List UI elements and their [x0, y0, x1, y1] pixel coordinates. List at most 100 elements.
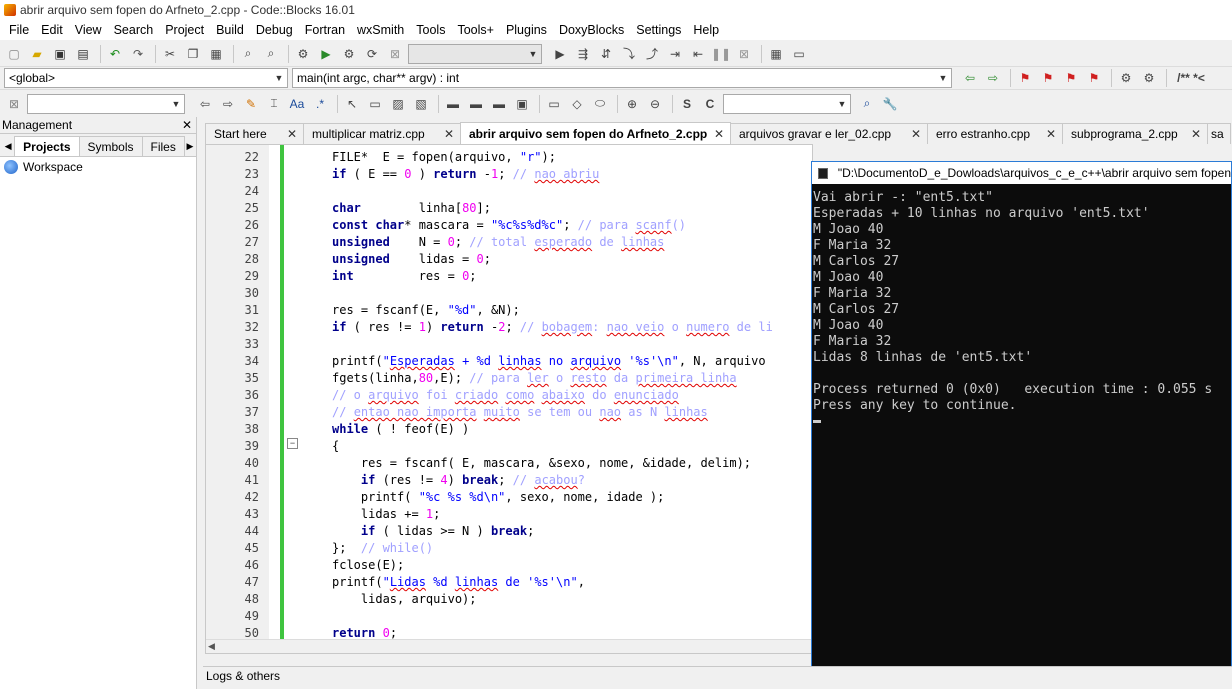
align-fill-icon[interactable]: ▣: [512, 94, 532, 114]
menu-file[interactable]: File: [3, 20, 35, 40]
new-file-icon[interactable]: ▢: [4, 44, 24, 64]
image-icon[interactable]: ▨: [388, 94, 408, 114]
doxy-extract-icon[interactable]: ⚙: [1139, 68, 1159, 88]
code-line[interactable]: 22 FILE* E = fopen(arquivo, "r");: [206, 149, 812, 166]
clear-search-icon[interactable]: ⊠: [4, 94, 24, 114]
stop-debug-icon[interactable]: ⊠: [734, 44, 754, 64]
save-all-icon[interactable]: ▤: [73, 44, 93, 64]
code-line[interactable]: 28 unsigned lidas = 0;: [206, 251, 812, 268]
replace-icon[interactable]: ⌕: [261, 44, 281, 64]
tab-abrir-arquivo[interactable]: abrir arquivo sem fopen do Arfneto_2.cpp…: [460, 122, 731, 144]
code-line[interactable]: 25 char linha[80];: [206, 200, 812, 217]
code-line[interactable]: 41 if (res != 4) break; // acabou?: [206, 472, 812, 489]
step-instruction-icon[interactable]: ⇤: [688, 44, 708, 64]
tab-arquivos-gravar[interactable]: arquivos gravar e ler_02.cpp ✕: [730, 123, 928, 144]
toggle-bookmark-icon[interactable]: ⚑: [1015, 68, 1035, 88]
build-target-select[interactable]: ▼: [408, 43, 542, 64]
text-icon[interactable]: ▧: [411, 94, 431, 114]
code-line[interactable]: 35 fgets(linha,80,E); // para ler o resto…: [206, 370, 812, 387]
code-line[interactable]: 27 unsigned N = 0; // total esperado de l…: [206, 234, 812, 251]
run-to-cursor-icon[interactable]: ⇶: [573, 44, 593, 64]
close-icon[interactable]: ✕: [714, 127, 724, 141]
tab-scroll-left-icon[interactable]: ◀: [2, 136, 14, 156]
code-line[interactable]: 46 fclose(E);: [206, 557, 812, 574]
step-out-icon[interactable]: ⤴: [642, 44, 662, 64]
menu-tools-plus[interactable]: Tools+: [451, 20, 499, 40]
scroll-left-icon[interactable]: ◀: [208, 641, 215, 652]
symbol-find-icon[interactable]: ⌕: [857, 94, 877, 114]
align-top-icon[interactable]: ▬: [443, 94, 463, 114]
code-line[interactable]: 24: [206, 183, 812, 200]
function-select[interactable]: main(int argc, char** argv) : int ▼: [292, 68, 952, 88]
code-line[interactable]: 48 lidas, arquivo);: [206, 591, 812, 608]
menu-tools[interactable]: Tools: [410, 20, 451, 40]
jump-forward-icon[interactable]: ⇨: [983, 68, 1003, 88]
next-line-icon[interactable]: ⇵: [596, 44, 616, 64]
build-gear-icon[interactable]: ⚙: [293, 44, 313, 64]
shape-ellipse-icon[interactable]: ⬭: [590, 94, 610, 114]
regex-icon[interactable]: .*: [310, 94, 330, 114]
symbol-search-input[interactable]: ▼: [723, 93, 851, 114]
symbol-settings-icon[interactable]: 🔧: [880, 94, 900, 114]
debug-windows-icon[interactable]: ▦: [766, 44, 786, 64]
jump-back-icon[interactable]: ⇦: [960, 68, 980, 88]
menu-project[interactable]: Project: [159, 20, 210, 40]
tab-erro-estranho[interactable]: erro estranho.cpp ✕: [927, 123, 1063, 144]
code-line[interactable]: 42 printf( "%c %s %d\n", sexo, nome, ida…: [206, 489, 812, 506]
console-window[interactable]: "D:\DocumentoD_e_Dowloads\arquivos_c_e_c…: [811, 161, 1232, 669]
doxy-wizard-icon[interactable]: ⚙: [1116, 68, 1136, 88]
zoom-out-icon[interactable]: ⊖: [645, 94, 665, 114]
tab-subprograma[interactable]: subprograma_2.cpp ✕: [1062, 123, 1208, 144]
code-line[interactable]: 49: [206, 608, 812, 625]
copy-icon[interactable]: ❐: [183, 44, 203, 64]
symbol-s-icon[interactable]: S: [677, 94, 697, 114]
redo-icon[interactable]: ↷: [128, 44, 148, 64]
menu-plugins[interactable]: Plugins: [500, 20, 553, 40]
close-icon[interactable]: ✕: [1191, 127, 1201, 141]
pause-icon[interactable]: ❚❚: [711, 44, 731, 64]
paste-icon[interactable]: ▦: [206, 44, 226, 64]
tab-multiplicar-matriz[interactable]: multiplicar matriz.cpp ✕: [303, 123, 461, 144]
code-line[interactable]: 36 // o arquivo foi criado como abaixo do…: [206, 387, 812, 404]
rebuild-icon[interactable]: ⟳: [362, 44, 382, 64]
build-run-icon[interactable]: ⚙: [339, 44, 359, 64]
code-line[interactable]: 37 // entao nao importa muito se tem ou n…: [206, 404, 812, 421]
menu-settings[interactable]: Settings: [630, 20, 687, 40]
code-line[interactable]: 23 if ( E == 0 ) return -1; // nao abriu: [206, 166, 812, 183]
highlight-icon[interactable]: ✎: [241, 94, 261, 114]
close-icon[interactable]: ✕: [182, 118, 192, 132]
save-icon[interactable]: ▣: [50, 44, 70, 64]
rect-icon[interactable]: ▭: [365, 94, 385, 114]
zoom-in-icon[interactable]: ⊕: [622, 94, 642, 114]
menu-debug[interactable]: Debug: [250, 20, 299, 40]
code-line[interactable]: 40 res = fscanf( E, mascara, &sexo, nome…: [206, 455, 812, 472]
close-icon[interactable]: ✕: [911, 127, 921, 141]
doxy-comment-button[interactable]: /** *<: [1171, 68, 1211, 88]
tab-sa[interactable]: sa: [1207, 123, 1231, 144]
various-info-icon[interactable]: ▭: [789, 44, 809, 64]
menu-doxyblocks[interactable]: DoxyBlocks: [553, 20, 630, 40]
menu-fortran[interactable]: Fortran: [299, 20, 351, 40]
horizontal-scrollbar[interactable]: ◀: [206, 639, 812, 653]
find-icon[interactable]: ⌕: [238, 44, 258, 64]
code-line[interactable]: 34 printf("Esperadas + %d linhas no arqui…: [206, 353, 812, 370]
code-line[interactable]: 43 lidas += 1;: [206, 506, 812, 523]
close-icon[interactable]: ✕: [287, 127, 297, 141]
workspace-tree-item[interactable]: Workspace: [0, 157, 196, 177]
code-line[interactable]: 44 if ( lidas >= N ) break;: [206, 523, 812, 540]
align-bottom-icon[interactable]: ▬: [489, 94, 509, 114]
scope-select[interactable]: <global> ▼: [4, 68, 288, 88]
debug-continue-icon[interactable]: ▶: [550, 44, 570, 64]
next-instruction-icon[interactable]: ⇥: [665, 44, 685, 64]
select-pointer-icon[interactable]: ↖: [342, 94, 362, 114]
code-line[interactable]: 31 res = fscanf(E, "%d", &N);: [206, 302, 812, 319]
cut-icon[interactable]: ✂: [160, 44, 180, 64]
code-editor[interactable]: 22 FILE* E = fopen(arquivo, "r"); 23 if ( E…: [205, 144, 813, 654]
search-prev-icon[interactable]: ⇦: [195, 94, 215, 114]
menu-wxsmith[interactable]: wxSmith: [351, 20, 410, 40]
logs-title[interactable]: Logs & others: [206, 669, 280, 683]
close-icon[interactable]: ✕: [444, 127, 454, 141]
selected-text-icon[interactable]: ⌶: [264, 94, 284, 114]
fold-toggle-icon[interactable]: −: [287, 438, 298, 449]
tab-start-here[interactable]: Start here ✕: [205, 123, 304, 144]
